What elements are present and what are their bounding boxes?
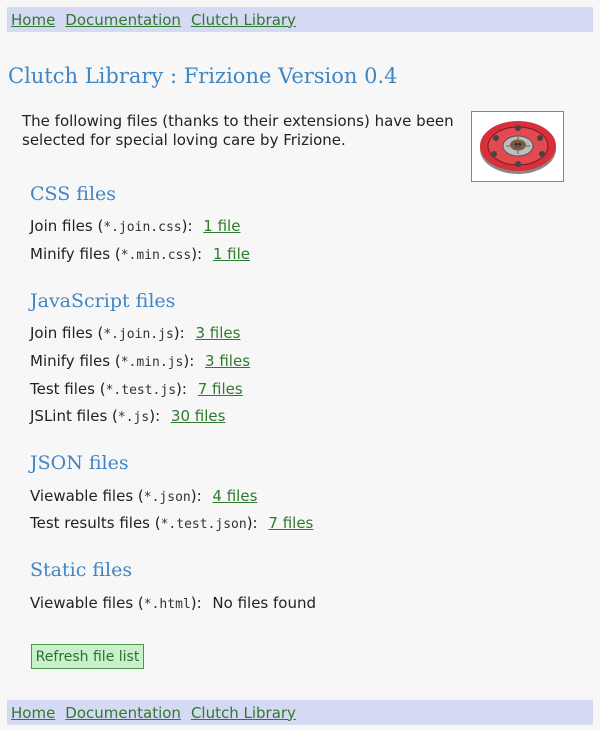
- file-extension: *.json: [143, 490, 191, 505]
- nav-documentation-link[interactable]: Documentation: [65, 704, 181, 722]
- file-row-css-join: Join files (*.join.css): 1 file: [30, 217, 240, 235]
- nav-documentation-link[interactable]: Documentation: [65, 11, 181, 29]
- file-row-label: Join files (: [30, 217, 104, 235]
- file-row-label: Join files (: [30, 324, 104, 342]
- nav-home-link[interactable]: Home: [11, 11, 55, 29]
- nav-clutch-library-link[interactable]: Clutch Library: [191, 704, 296, 722]
- file-row-label: JSLint files (: [30, 407, 118, 425]
- file-count-link[interactable]: 3 files: [195, 324, 240, 342]
- nav-clutch-library-link[interactable]: Clutch Library: [191, 11, 296, 29]
- file-row-label: Minify files (: [30, 352, 121, 370]
- file-row-js-test: Test files (*.test.js): 7 files: [30, 380, 243, 398]
- clutch-plate-icon: [471, 111, 564, 182]
- file-row-suffix: ):: [183, 352, 195, 370]
- file-extension: *.min.css: [120, 248, 192, 263]
- file-row-suffix: ):: [191, 245, 203, 263]
- file-row-css-minify: Minify files (*.min.css): 1 file: [30, 245, 250, 263]
- file-row-suffix: ):: [190, 487, 202, 505]
- file-row-json-viewable: Viewable files (*.json): 4 files: [30, 487, 257, 505]
- file-row-json-test-results: Test results files (*.test.json): 7 file…: [30, 514, 313, 532]
- file-row-suffix: ):: [181, 217, 193, 235]
- file-row-js-join: Join files (*.join.js): 3 files: [30, 324, 240, 342]
- nav-home-link[interactable]: Home: [11, 704, 55, 722]
- section-heading-javascript: JavaScript files: [30, 290, 176, 312]
- file-extension: *.min.js: [120, 355, 184, 370]
- intro-text: The following files (thanks to their ext…: [22, 112, 454, 149]
- file-row-static-viewable: Viewable files (*.html): No files found: [30, 594, 316, 612]
- refresh-file-list-button[interactable]: Refresh file list: [31, 644, 144, 669]
- file-extension: *.html: [143, 597, 191, 612]
- file-row-suffix: ):: [149, 407, 161, 425]
- file-row-suffix: ):: [190, 594, 202, 612]
- file-row-label: Viewable files (: [30, 594, 144, 612]
- file-extension: *.test.js: [105, 383, 177, 398]
- file-row-suffix: ):: [176, 380, 187, 398]
- bottom-navbar: Home Documentation Clutch Library: [7, 700, 593, 725]
- file-count-link[interactable]: 3 files: [205, 352, 250, 370]
- top-navbar: Home Documentation Clutch Library: [7, 7, 593, 32]
- file-count-link[interactable]: 30 files: [171, 407, 226, 425]
- file-count-link[interactable]: 4 files: [212, 487, 257, 505]
- file-count-link[interactable]: 1 file: [213, 245, 250, 263]
- file-row-js-minify: Minify files (*.min.js): 3 files: [30, 352, 250, 370]
- file-extension: *.join.css: [103, 220, 182, 235]
- file-extension: *.test.json: [160, 517, 247, 532]
- section-heading-json: JSON files: [30, 452, 129, 474]
- section-heading-static: Static files: [30, 559, 133, 581]
- section-heading-css: CSS files: [30, 183, 117, 205]
- file-row-label: Test results files (: [30, 514, 161, 532]
- file-row-suffix: ):: [173, 324, 185, 342]
- file-count-link[interactable]: 1 file: [203, 217, 240, 235]
- file-row-label: Test files (: [30, 380, 106, 398]
- file-row-js-jslint: JSLint files (*.js): 30 files: [30, 407, 225, 425]
- file-row-label: Viewable files (: [30, 487, 144, 505]
- no-files-status: No files found: [212, 594, 317, 612]
- file-extension: *.join.js: [103, 327, 174, 342]
- file-row-suffix: ):: [246, 514, 258, 532]
- page-title: Clutch Library : Frizione Version 0.4: [8, 64, 398, 88]
- file-count-link[interactable]: 7 files: [268, 514, 313, 532]
- file-row-label: Minify files (: [30, 245, 121, 263]
- file-count-link[interactable]: 7 files: [198, 380, 243, 398]
- file-extension: *.js: [117, 410, 150, 425]
